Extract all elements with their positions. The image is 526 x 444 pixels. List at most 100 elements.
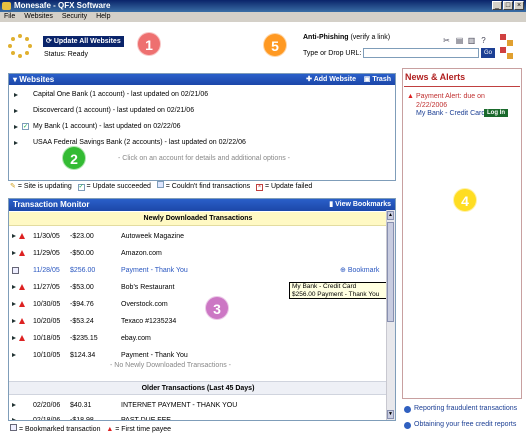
callout-badge-1: 1 xyxy=(137,32,161,56)
minimize-button[interactable]: _ xyxy=(492,1,502,10)
maximize-button[interactable]: □ xyxy=(503,1,513,10)
expand-arrow-icon[interactable] xyxy=(12,353,16,357)
no-new-transactions-text: - No Newly Downloaded Transactions - xyxy=(110,362,231,369)
transaction-monitor-panel: Transaction Monitor ▮ View Bookmarks New… xyxy=(8,198,396,421)
log-in-button[interactable]: Log In xyxy=(484,109,508,117)
menu-file[interactable]: File xyxy=(4,13,15,20)
status-legend: ✎ = Site is updating ✓ = Update succeede… xyxy=(10,181,313,191)
title-bar: Monesafe - QFX Software xyxy=(0,0,526,12)
expand-arrow-icon[interactable] xyxy=(14,141,18,145)
spinner-icon xyxy=(8,34,32,58)
succeeded-icon: ✓ xyxy=(77,184,85,191)
transaction-monitor-title: Transaction Monitor xyxy=(13,200,90,209)
expand-arrow-icon[interactable] xyxy=(12,418,16,420)
transaction-legend: = Bookmarked transaction ▲ = First time … xyxy=(10,424,396,435)
view-bookmarks-button[interactable]: ▮ View Bookmarks xyxy=(329,199,391,210)
table-row[interactable]: 11/30/05 -$23.00 Autoweek Magazine xyxy=(9,229,387,244)
expand-arrow-icon[interactable] xyxy=(12,336,16,340)
verify-link[interactable]: (verify a link) xyxy=(350,34,390,41)
menu-bar: File Websites Security Help xyxy=(0,12,526,22)
first-time-payee-icon xyxy=(19,318,25,324)
bookmark-legend-icon xyxy=(10,424,17,431)
callout-badge-5: 5 xyxy=(263,33,287,57)
table-row[interactable]: 10/18/05 -$235.15 ebay.com xyxy=(9,331,387,346)
callout-badge-4: 4 xyxy=(453,188,477,212)
websites-header: ▾ Websites ✚ Add Website ▣ Trash xyxy=(9,74,395,85)
credit-report-link[interactable]: Obtaining your free credit reports xyxy=(414,421,516,428)
close-button[interactable]: × xyxy=(514,1,524,10)
website-row[interactable]: ✓ My Bank (1 account) - last updated on … xyxy=(9,119,395,135)
table-row[interactable]: 10/20/05 -$53.24 Texaco #1235234 xyxy=(9,314,387,329)
updating-icon: ✎ xyxy=(10,183,16,190)
website-row[interactable]: Discovercard (1 account) - last updated … xyxy=(9,103,395,119)
table-row[interactable]: 11/28/05 $256.00 Payment - Thank You xyxy=(9,263,387,278)
scissors-icon[interactable]: ✂ xyxy=(442,36,451,45)
url-label: Type or Drop URL: xyxy=(303,50,362,57)
expand-arrow-icon[interactable] xyxy=(12,234,16,238)
app-icon xyxy=(2,2,11,10)
new-transactions-header: Newly Downloaded Transactions xyxy=(9,212,387,226)
expand-arrow-icon[interactable] xyxy=(14,93,18,97)
expand-arrow-icon[interactable] xyxy=(14,109,18,113)
logo-icon xyxy=(500,34,514,62)
expand-arrow-icon[interactable] xyxy=(12,403,16,407)
expand-arrow-icon[interactable] xyxy=(12,319,16,323)
first-time-payee-icon xyxy=(19,233,25,239)
update-succeeded-icon: ✓ xyxy=(22,123,29,130)
news-alerts-panel xyxy=(402,68,522,399)
refresh-icon: ⟳ xyxy=(46,38,54,45)
update-all-button[interactable]: ⟳ Update All Websites xyxy=(43,36,124,47)
older-transactions-header: Older Transactions (Last 45 Days) xyxy=(9,381,387,395)
url-input[interactable] xyxy=(363,48,479,58)
anti-phishing-label: Anti-Phishing xyxy=(303,34,349,41)
bookmark-button[interactable]: ⊕ Bookmark xyxy=(340,266,379,274)
alert-account-link[interactable]: My Bank - Credit Card xyxy=(416,110,485,117)
websites-hint: - Click on an account for details and ad… xyxy=(118,155,290,162)
trash-button[interactable]: ▣ Trash xyxy=(364,76,391,83)
first-time-payee-icon xyxy=(19,335,25,341)
transaction-monitor-header: Transaction Monitor ▮ View Bookmarks xyxy=(9,199,395,211)
not-found-icon xyxy=(156,181,164,188)
table-row[interactable]: 10/10/05 $124.34 Payment - Thank You xyxy=(9,348,387,363)
globe-icon xyxy=(404,406,411,413)
add-website-button[interactable]: ✚ Add Website xyxy=(306,76,356,83)
website-row[interactable]: Capital One Bank (1 account) - last upda… xyxy=(9,87,395,103)
first-time-payee-icon xyxy=(19,284,25,290)
expand-arrow-icon[interactable] xyxy=(12,302,16,306)
news-divider xyxy=(404,86,520,87)
expand-arrow-icon[interactable] xyxy=(12,251,16,255)
expand-arrow-icon[interactable] xyxy=(12,285,16,289)
copy-icon[interactable]: ▤ xyxy=(455,36,464,45)
menu-security[interactable]: Security xyxy=(62,13,87,20)
fraud-report-link[interactable]: Reporting fraudulent transactions xyxy=(414,405,517,412)
paste-icon[interactable]: ▥ xyxy=(467,36,476,45)
table-row[interactable]: 02/18/06 -$18.98 PAST DUE FEE xyxy=(9,413,387,420)
plus-icon: ✚ xyxy=(306,76,314,83)
scroll-thumb[interactable] xyxy=(387,222,394,322)
scroll-down-icon[interactable]: ▼ xyxy=(387,410,394,419)
transaction-tooltip: My Bank - Credit Card $256.00 Payment - … xyxy=(289,282,395,299)
payment-alert-text: Payment Alert: due on 2/22/2006 xyxy=(416,93,485,109)
websites-actions: ✚ Add Website ▣ Trash xyxy=(306,74,391,85)
scroll-up-icon[interactable]: ▲ xyxy=(387,211,394,220)
news-alerts-title: News & Alerts xyxy=(405,72,466,82)
update-all-label: Update All Websites xyxy=(53,38,121,45)
globe-icon xyxy=(404,422,411,429)
status-text: Status: Ready xyxy=(44,51,88,58)
failed-icon: × xyxy=(256,184,264,191)
window-title: Monesafe - QFX Software xyxy=(14,1,111,10)
callout-badge-2: 2 xyxy=(62,146,86,170)
menu-help[interactable]: Help xyxy=(96,13,110,20)
expand-arrow-icon[interactable] xyxy=(14,125,18,129)
go-button[interactable]: Go xyxy=(481,48,495,58)
menu-websites[interactable]: Websites xyxy=(24,13,53,20)
websites-title: Websites xyxy=(19,75,55,84)
help-icon[interactable]: ? xyxy=(479,36,488,45)
table-row[interactable]: 10/30/05 -$94.76 Overstock.com xyxy=(9,297,387,312)
bookmark-plus-icon: ⊕ xyxy=(340,267,348,274)
table-row[interactable]: 02/20/06 $40.31 INTERNET PAYMENT - THANK… xyxy=(9,398,387,413)
first-time-payee-icon xyxy=(19,250,25,256)
bookmarked-icon[interactable] xyxy=(12,267,19,274)
first-time-payee-icon xyxy=(19,301,25,307)
table-row[interactable]: 11/29/05 -$50.00 Amazon.com xyxy=(9,246,387,261)
